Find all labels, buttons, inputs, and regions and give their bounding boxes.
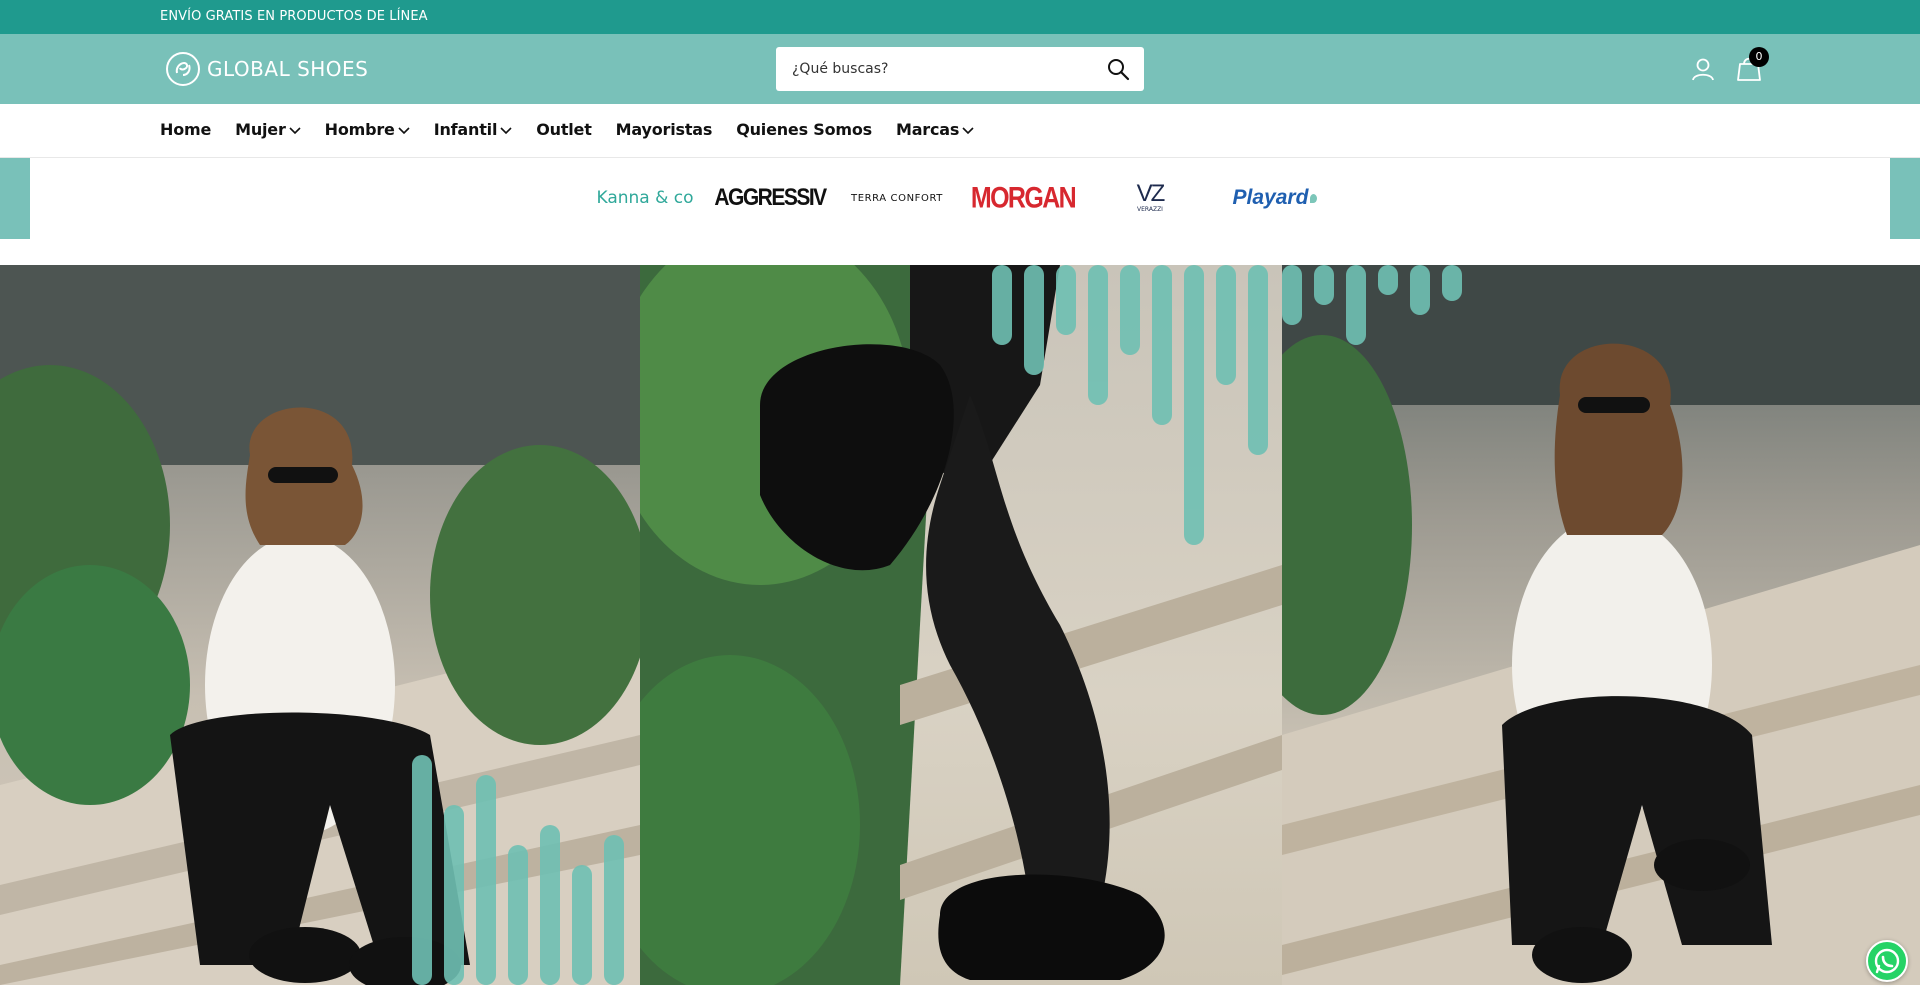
search-input[interactable] — [776, 47, 1096, 91]
site-logo[interactable]: GLOBAL SHOES — [165, 51, 368, 87]
brand-aggressiv-text: AGGRESSIV — [714, 184, 827, 211]
search-icon[interactable] — [1106, 57, 1130, 81]
brand-kanna-text: Kanna & co — [596, 188, 694, 208]
band-edge-right — [1890, 158, 1920, 239]
lifestyle-photo-left — [0, 265, 640, 985]
nav-item-label: Mayoristas — [615, 120, 713, 139]
brand-logo-playard[interactable]: Playard — [1226, 178, 1324, 218]
hero-panel-right — [1282, 265, 1920, 985]
nav-item-mujer[interactable]: Mujer — [235, 120, 301, 139]
nav-item-infantil[interactable]: Infantil — [434, 120, 513, 139]
nav-item-label: Marcas — [895, 120, 960, 139]
site-header: GLOBAL SHOES 0 — [0, 34, 1920, 104]
lifestyle-photo-center — [640, 265, 1282, 985]
brand-logo-terra-confort[interactable]: TERRA CONFORT — [848, 178, 946, 218]
lifestyle-photo-right — [1282, 265, 1920, 985]
playard-drop-icon — [1310, 193, 1318, 203]
nav-item-label: Home — [160, 120, 212, 139]
user-icon[interactable] — [1690, 56, 1716, 82]
brand-morgan-text: MORGAN — [970, 180, 1077, 215]
chevron-down-icon — [962, 126, 974, 134]
whatsapp-chat-button[interactable] — [1866, 940, 1908, 982]
brand-logo-morgan[interactable]: MORGAN — [971, 178, 1077, 218]
nav-item-label: Outlet — [536, 120, 592, 139]
nav-item-hombre[interactable]: Hombre — [325, 120, 410, 139]
brand-logo-kanna[interactable]: Kanna & co — [596, 178, 694, 218]
nav-item-label: Mujer — [235, 120, 286, 139]
brand-playard-text: Playard — [1232, 186, 1309, 209]
chevron-down-icon — [289, 126, 301, 134]
nav-item-quienes-somos[interactable]: Quienes Somos — [736, 120, 872, 139]
band-edge-left — [0, 158, 30, 239]
chevron-down-icon — [398, 126, 410, 134]
brands-carousel: Kanna & co AGGRESSIV TERRA CONFORT MORGA… — [0, 158, 1920, 265]
hero-panel-center — [640, 265, 1282, 985]
logo-text: GLOBAL SHOES — [207, 57, 369, 81]
brand-logo-verazzi[interactable]: VZ VERAZZI — [1124, 178, 1176, 218]
nav-item-marcas[interactable]: Marcas — [896, 120, 974, 139]
nav-item-label: Hombre — [324, 120, 395, 139]
announcement-text: ENVÍO GRATIS EN PRODUCTOS DE LÍNEA — [160, 9, 428, 24]
announcement-bar: ENVÍO GRATIS EN PRODUCTOS DE LÍNEA — [0, 0, 1920, 34]
nav-item-outlet[interactable]: Outlet — [536, 120, 592, 139]
nav-item-mayoristas[interactable]: Mayoristas — [616, 120, 713, 139]
brand-verazzi-mark: VZ — [1136, 180, 1166, 207]
brand-logo-aggressiv[interactable]: AGGRESSIV — [714, 178, 827, 218]
nav-item-label: Infantil — [433, 120, 498, 139]
search-bar — [776, 47, 1144, 91]
hero-panel-left — [0, 265, 640, 985]
cart-count-badge: 0 — [1749, 47, 1769, 67]
chevron-down-icon — [500, 126, 512, 134]
brand-verazzi-name: VERAZZI — [1137, 206, 1163, 213]
hero-banner[interactable] — [0, 265, 1920, 985]
brand-terra-text: TERRA CONFORT — [850, 192, 944, 204]
whatsapp-icon — [1874, 948, 1900, 974]
logo-mark-icon — [166, 52, 200, 86]
main-nav: Home Mujer Hombre Infantil Outlet Mayori… — [0, 104, 1920, 158]
nav-item-home[interactable]: Home — [160, 120, 211, 139]
nav-item-label: Quienes Somos — [736, 120, 872, 139]
